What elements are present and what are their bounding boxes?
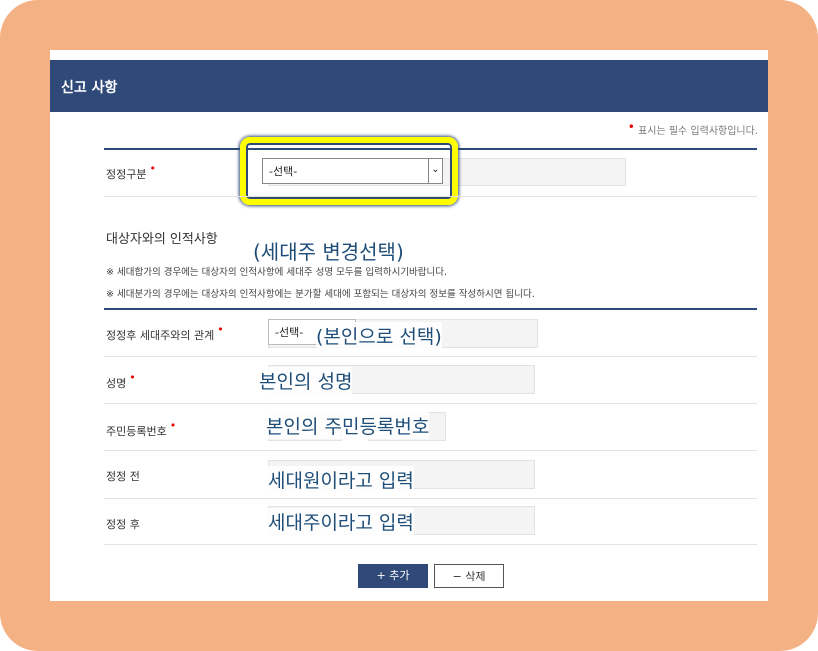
annotation-self-rrn: 본인의 주민등록번호 xyxy=(266,412,430,439)
subject-divider xyxy=(104,308,757,310)
row-divider xyxy=(104,544,757,545)
delete-button[interactable]: − 삭제 xyxy=(434,564,504,588)
row-divider xyxy=(104,196,757,197)
annotation-self-select: (본인으로 선택) xyxy=(316,322,442,349)
required-dot-icon: • xyxy=(217,323,224,336)
required-note: • 표시는 필수 입력사항입니다. xyxy=(627,120,758,137)
add-button[interactable]: + 추가 xyxy=(358,564,428,588)
before-label: 정정 전 xyxy=(106,470,140,483)
relation-label: 정정후 세대주와의 관계 • xyxy=(106,323,224,343)
annotation-enter-member: 세대원이라고 입력 xyxy=(268,466,414,493)
after-label: 정정 후 xyxy=(106,518,140,531)
relation-select-value: -선택- xyxy=(275,326,304,339)
name-label-text: 성명 xyxy=(106,377,127,390)
required-dot-icon: • xyxy=(627,120,635,134)
required-dot-icon: • xyxy=(149,162,156,175)
correction-type-label-text: 정정구분 xyxy=(106,168,147,181)
subject-section-title: 대상자와의 인적사항 xyxy=(106,232,218,247)
row-divider xyxy=(104,498,757,499)
correction-type-label: 정정구분 • xyxy=(106,162,156,182)
select-highlight xyxy=(240,137,458,205)
required-dot-icon: • xyxy=(129,371,136,384)
resident-number-label: 주민등록번호 • xyxy=(106,419,176,439)
name-label: 성명 • xyxy=(106,371,136,391)
section-header: 신고 사항 xyxy=(50,60,768,112)
row-divider xyxy=(104,450,757,451)
relation-label-text: 정정후 세대주와의 관계 xyxy=(106,329,215,342)
note-split: ※ 세대분가의 경우에는 대상자의 인적사항에는 분가할 세대에 포함되는 대상… xyxy=(106,289,535,300)
resident-number-label-text: 주민등록번호 xyxy=(106,425,167,438)
row-divider xyxy=(104,356,757,357)
row-divider xyxy=(104,403,757,404)
annotation-enter-head: 세대주이라고 입력 xyxy=(268,508,414,535)
required-dot-icon: • xyxy=(169,419,177,432)
section-title: 신고 사항 xyxy=(61,80,118,96)
required-note-text: 표시는 필수 입력사항입니다. xyxy=(638,126,758,137)
note-merge: ※ 세대합가의 경우에는 대상자의 인적사항에 세대주 성명 모두를 입력하시기… xyxy=(106,267,448,278)
annotation-self-name: 본인의 성명 xyxy=(259,367,353,394)
annotation-change-head: (세대주 변경선택) xyxy=(253,240,404,264)
report-panel: 신고 사항 • 표시는 필수 입력사항입니다. 정정구분 • -선택- ⌄ 대상자… xyxy=(50,50,768,601)
